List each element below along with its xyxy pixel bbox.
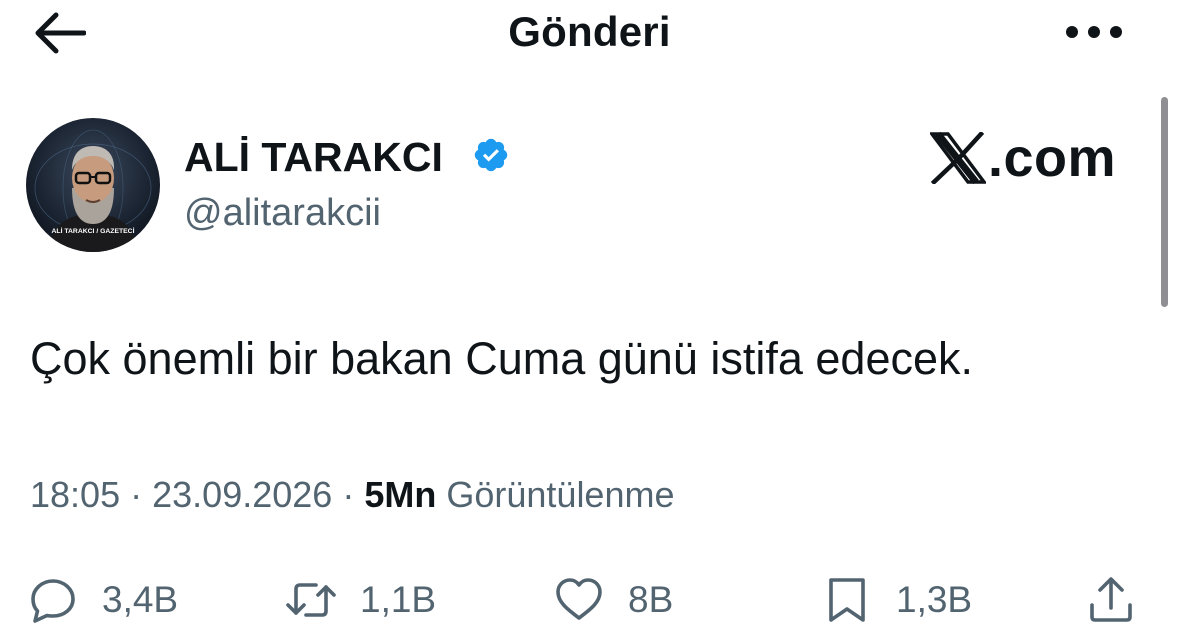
post-detail-screen: Gönderi ALİ TARAKCI / GAZETECİ ALİ TARAK… bbox=[0, 0, 1179, 644]
avatar[interactable]: ALİ TARAKCI / GAZETECİ bbox=[26, 118, 160, 252]
meta-separator: · bbox=[342, 474, 355, 515]
like-count: 8B bbox=[628, 579, 674, 620]
more-options-button[interactable] bbox=[1062, 20, 1126, 44]
meta-separator: · bbox=[130, 474, 143, 515]
tweet-meta: 18:05 · 23.09.2026 · 5Mn Görüntülenme bbox=[30, 470, 675, 520]
views-label: Görüntülenme bbox=[446, 474, 675, 515]
author-display-name[interactable]: ALİ TARAKCI bbox=[184, 133, 443, 181]
share-button[interactable] bbox=[1086, 568, 1136, 632]
avatar-caption: ALİ TARAKCI / GAZETECİ bbox=[52, 227, 135, 235]
views-count[interactable]: 5Mn bbox=[364, 474, 436, 515]
action-bar: 3,4B 1,1B 8B 1,3B bbox=[0, 568, 1179, 632]
retweet-button[interactable]: 1,1B bbox=[286, 568, 436, 632]
retweet-count: 1,1B bbox=[360, 579, 437, 620]
bookmark-count: 1,3B bbox=[896, 579, 973, 620]
brand-domain-text: .com bbox=[988, 128, 1117, 188]
page-title: Gönderi bbox=[508, 8, 671, 55]
retweet-icon bbox=[286, 583, 336, 617]
tweet-text: Çok önemli bir bakan Cuma günü istifa ed… bbox=[30, 333, 974, 384]
bookmark-button[interactable]: 1,3B bbox=[822, 568, 972, 632]
x-com-brand: .com bbox=[930, 126, 1116, 190]
reply-button[interactable]: 3,4B bbox=[28, 568, 178, 632]
reply-count: 3,4B bbox=[102, 579, 179, 620]
reply-icon bbox=[31, 579, 75, 623]
more-horizontal-icon bbox=[1066, 26, 1122, 38]
share-icon bbox=[1090, 577, 1132, 622]
bookmark-icon bbox=[829, 578, 865, 622]
tweet-time[interactable]: 18:05 bbox=[30, 474, 120, 515]
verified-badge-icon[interactable] bbox=[472, 136, 510, 174]
like-button[interactable]: 8B bbox=[554, 568, 673, 632]
avatar-image: ALİ TARAKCI / GAZETECİ bbox=[26, 118, 160, 252]
author-handle[interactable]: @alitarakcii bbox=[184, 190, 381, 236]
scrollbar[interactable] bbox=[1161, 97, 1168, 307]
x-logo-icon bbox=[930, 132, 986, 184]
tweet-date[interactable]: 23.09.2026 bbox=[152, 474, 332, 515]
heart-icon bbox=[556, 578, 602, 620]
